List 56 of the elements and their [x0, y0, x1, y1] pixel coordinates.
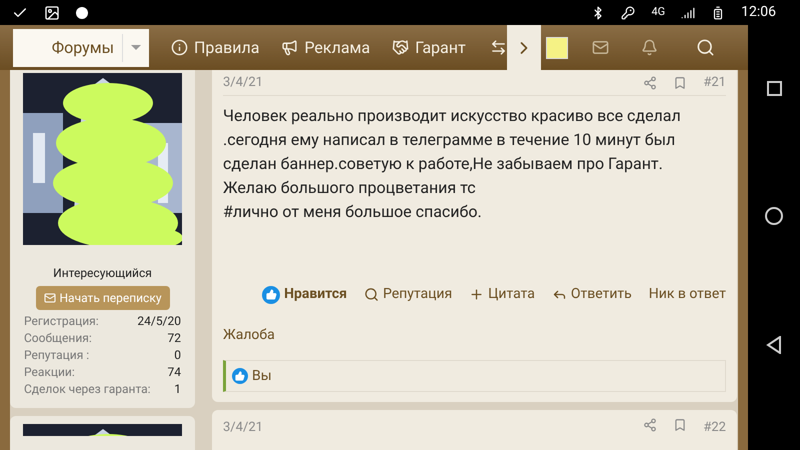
stat-label: Репутация : [24, 347, 90, 364]
clock: 12:06 [741, 3, 776, 22]
stat-label: Сообщения: [24, 330, 92, 347]
nav-link[interactable]: Гарант [392, 36, 466, 60]
nav-link[interactable]: Реклама [281, 36, 370, 60]
image-icon [44, 4, 60, 20]
caret-icon [131, 45, 141, 50]
report-link[interactable]: Жалоба [223, 325, 275, 346]
megaphone-icon [281, 39, 298, 56]
post-action[interactable]: Ответить [552, 284, 632, 305]
post-text: Человек реально производит искусство красиво все сделал [223, 105, 682, 127]
mail-icon[interactable] [592, 39, 609, 56]
share-icon[interactable] [643, 418, 658, 432]
post-action[interactable]: Нравится [262, 284, 347, 305]
info-icon [171, 39, 188, 56]
post-text: Желаю большого процветания тс [223, 177, 477, 199]
stat-value: 1 [174, 381, 181, 398]
forums-tab[interactable]: Форумы [13, 28, 149, 66]
nav-link[interactable]: Правила [171, 36, 260, 60]
share-icon[interactable] [643, 76, 658, 90]
key-icon [621, 6, 636, 20]
signal-icon [681, 6, 696, 20]
post-action[interactable]: Ник в ответ [648, 284, 726, 305]
stat-label: Реакции: [24, 364, 75, 381]
search-icon [364, 287, 379, 302]
home-button[interactable] [765, 206, 783, 225]
search-icon[interactable] [696, 38, 715, 57]
post-action[interactable]: Цитата [469, 284, 535, 305]
post-text: сделан баннер.советую к работе,Не забываем про Гарант. [223, 153, 664, 175]
stat-value: 74 [168, 364, 181, 381]
post-date: 3/4/21 [223, 419, 263, 437]
user-title: Интересующийся [53, 265, 152, 282]
plus-icon [469, 287, 484, 302]
back-button[interactable] [766, 336, 782, 354]
bookmark-icon[interactable] [673, 418, 688, 432]
reaction-users[interactable]: Вы [252, 366, 272, 386]
stat-value: 0 [174, 347, 181, 364]
swap-icon[interactable] [490, 39, 507, 56]
bell-icon[interactable] [640, 39, 658, 56]
stat-label: Регистрация: [24, 313, 99, 330]
thumbs-up-icon [262, 286, 280, 304]
bookmark-icon[interactable] [673, 76, 688, 90]
stat-value: 24/5/20 [137, 313, 181, 330]
recents-button[interactable] [766, 80, 782, 96]
thumbs-up-icon [232, 368, 248, 384]
handshake-icon [392, 39, 410, 56]
network-type: 4G [651, 4, 666, 20]
avatar-thumbnail[interactable] [546, 36, 568, 58]
mail-icon [44, 292, 56, 304]
post-text: .сегодня ему написал в телеграмме в течение 10 минут был [223, 129, 676, 151]
post-text: #лично от меня большое спасибо. [223, 201, 483, 223]
scroll-right-button[interactable] [506, 25, 541, 70]
post-action[interactable]: Репутация [364, 284, 452, 305]
stat-label: Сделок через гаранта: [24, 381, 151, 398]
post-date: 3/4/21 [223, 74, 263, 92]
stat-value: 72 [168, 330, 181, 347]
